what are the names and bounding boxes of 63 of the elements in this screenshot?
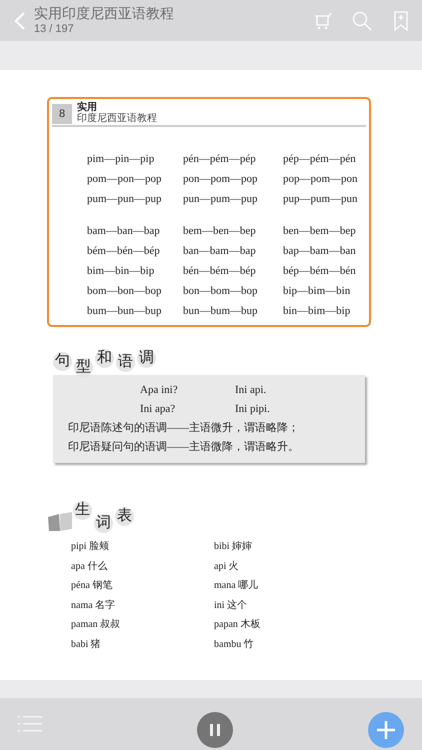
example-sentence: Ini api. [235,383,268,398]
bookmark-icon[interactable] [394,10,408,30]
page-header-subtitle: 印度尼西亚语教程 [77,113,157,124]
vocabulary-entry: bibi 婶婶 [214,540,254,554]
vocabulary-entry: paman 叔叔 [71,618,122,632]
heading-character: 调 [137,349,156,368]
syllable-drill: bim—bin—bip [87,264,156,279]
vocabulary-entry: mana 哪儿 [214,578,260,594]
vocabulary-entry: bambu 竹 [214,638,255,652]
syllable-drill: bem—ben—bep [183,224,257,239]
syllable-drill: pop—pom—pon [283,172,359,187]
syllable-drill: ben—bem—bep [283,224,357,239]
page-header-title: 实用 [77,102,98,113]
syllable-drill: bon—bom—bop [183,284,259,299]
syllable-drill: bap—bam—ban [283,244,357,259]
heading-character: 生 [73,501,92,520]
heading-character: 词 [94,514,113,533]
heading-character: 表 [115,507,134,526]
back-icon[interactable] [14,10,26,30]
intonation-note: 印尼语疑问句的语调——主语微降，谓语略升。 [68,440,300,455]
chapter-number: 8 [52,104,72,124]
vocabulary-entry: nama 名字 [71,598,116,613]
heading-character: 型 [74,358,93,377]
book-icon [47,511,73,533]
syllable-drill: pun—pum—pup [183,192,259,207]
syllable-drill: pom—pon—pop [87,172,163,187]
vocabulary-entry: ini 这个 [214,598,248,613]
vocabulary-entry: apa 什么 [71,560,108,574]
intonation-note: 印尼语陈述句的语调——主语微升，谓语略降； [68,420,300,436]
vocabulary-entry: pipi 脸颊 [71,540,110,554]
syllable-drill: bom—bon—bop [87,284,163,299]
pause-icon[interactable] [197,712,233,748]
heading-character: 语 [116,353,135,372]
syllable-drill: pum—pun—pup [87,192,163,207]
syllable-drill: bin—bim—bip [283,304,352,319]
syllable-drill: bém—bén—bép [87,244,161,259]
cart-icon[interactable] [314,12,332,30]
book-title: 实用印度尼西亚语教程 [34,5,174,22]
syllable-drill: bén—bém—bép [183,264,257,279]
syllable-drill: pon—pom—pop [183,172,259,187]
vocabulary-entry: péna 钢笔 [71,579,114,594]
example-sentence: Apa ini? [140,383,179,398]
syllable-drill: bum—bun—bup [87,304,163,319]
syllable-drill: pén—pém—pép [183,152,257,167]
syllable-drill: bip—bim—bin [283,284,352,299]
example-sentence: Ini pipi. [235,402,271,418]
vocabulary-entry: papan 木板 [214,618,262,632]
example-sentence: Ini apa? [140,402,176,418]
heading-character: 和 [95,349,114,368]
syllable-drill: pim—pin—pip [87,152,156,167]
page-counter: 13 / 197 [34,22,75,36]
add-icon[interactable] [368,712,404,748]
search-icon[interactable] [352,10,372,30]
syllable-drill: bép—bém—bén [283,264,357,279]
syllable-drill: bun—bum—bup [183,304,259,319]
syllable-drill: pup—pum—pun [283,192,359,207]
list-icon[interactable] [18,714,42,734]
syllable-drill: pép—pém—pén [283,152,357,167]
heading-character: 句 [53,352,72,371]
syllable-drill: bam—ban—bap [87,224,161,239]
vocabulary-entry: babi 猪 [71,638,102,652]
vocabulary-entry: api 火 [214,560,240,574]
syllable-drill: ban—bam—bap [183,244,257,259]
